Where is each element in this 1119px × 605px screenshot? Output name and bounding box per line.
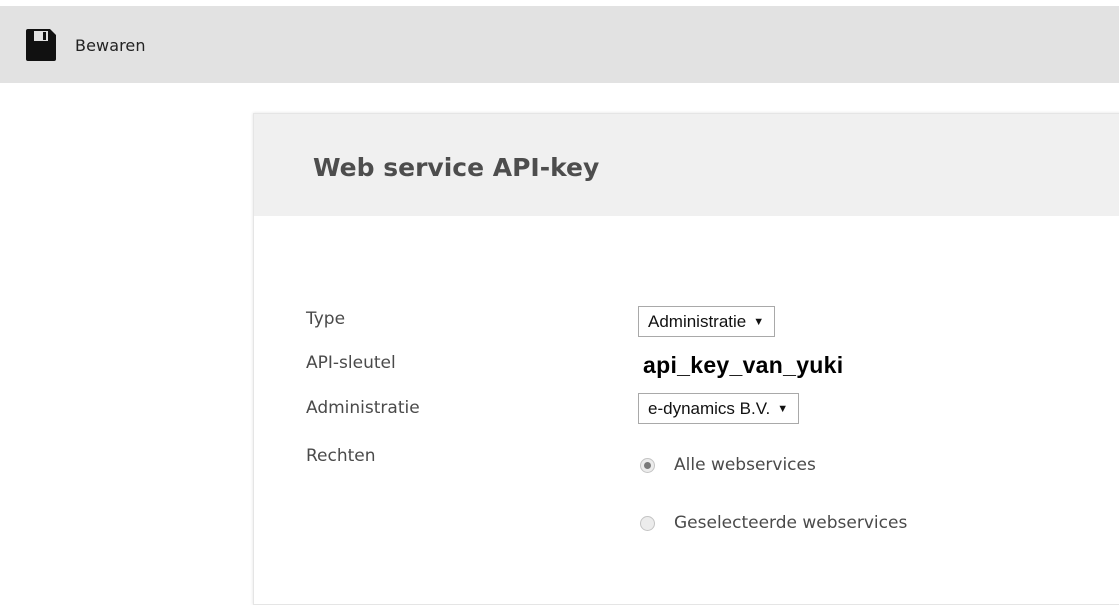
rechten-label: Rechten [306,446,376,466]
save-label: Bewaren [75,35,146,55]
radio-label: Geselecteerde webservices [674,513,908,533]
save-button[interactable]: Bewaren [26,28,146,62]
floppy-disk-icon [26,29,56,61]
panel-title: Web service API-key [313,153,600,182]
dropdown-arrow-icon: ▼ [777,402,789,415]
panel-header: Web service API-key [254,114,1119,216]
toolbar: Bewaren [0,6,1119,83]
radio-button[interactable] [640,515,655,531]
radio-alle-webservices[interactable]: Alle webservices [640,455,816,475]
api-key-value: api_key_van_yuki [643,352,844,378]
radio-label: Alle webservices [674,455,816,475]
dropdown-arrow-icon: ▼ [753,315,765,328]
type-label: Type [306,309,346,329]
type-select[interactable]: Administratie ▼ [638,306,776,337]
administratie-label: Administratie [306,398,420,418]
api-key-label: API-sleutel [306,353,396,373]
type-select-value: Administratie [648,311,747,331]
administratie-select[interactable]: e-dynamics B.V. ▼ [638,393,800,424]
radio-geselecteerde-webservices[interactable]: Geselecteerde webservices [640,513,907,533]
radio-button[interactable] [640,457,655,473]
administratie-select-value: e-dynamics B.V. [648,398,771,418]
